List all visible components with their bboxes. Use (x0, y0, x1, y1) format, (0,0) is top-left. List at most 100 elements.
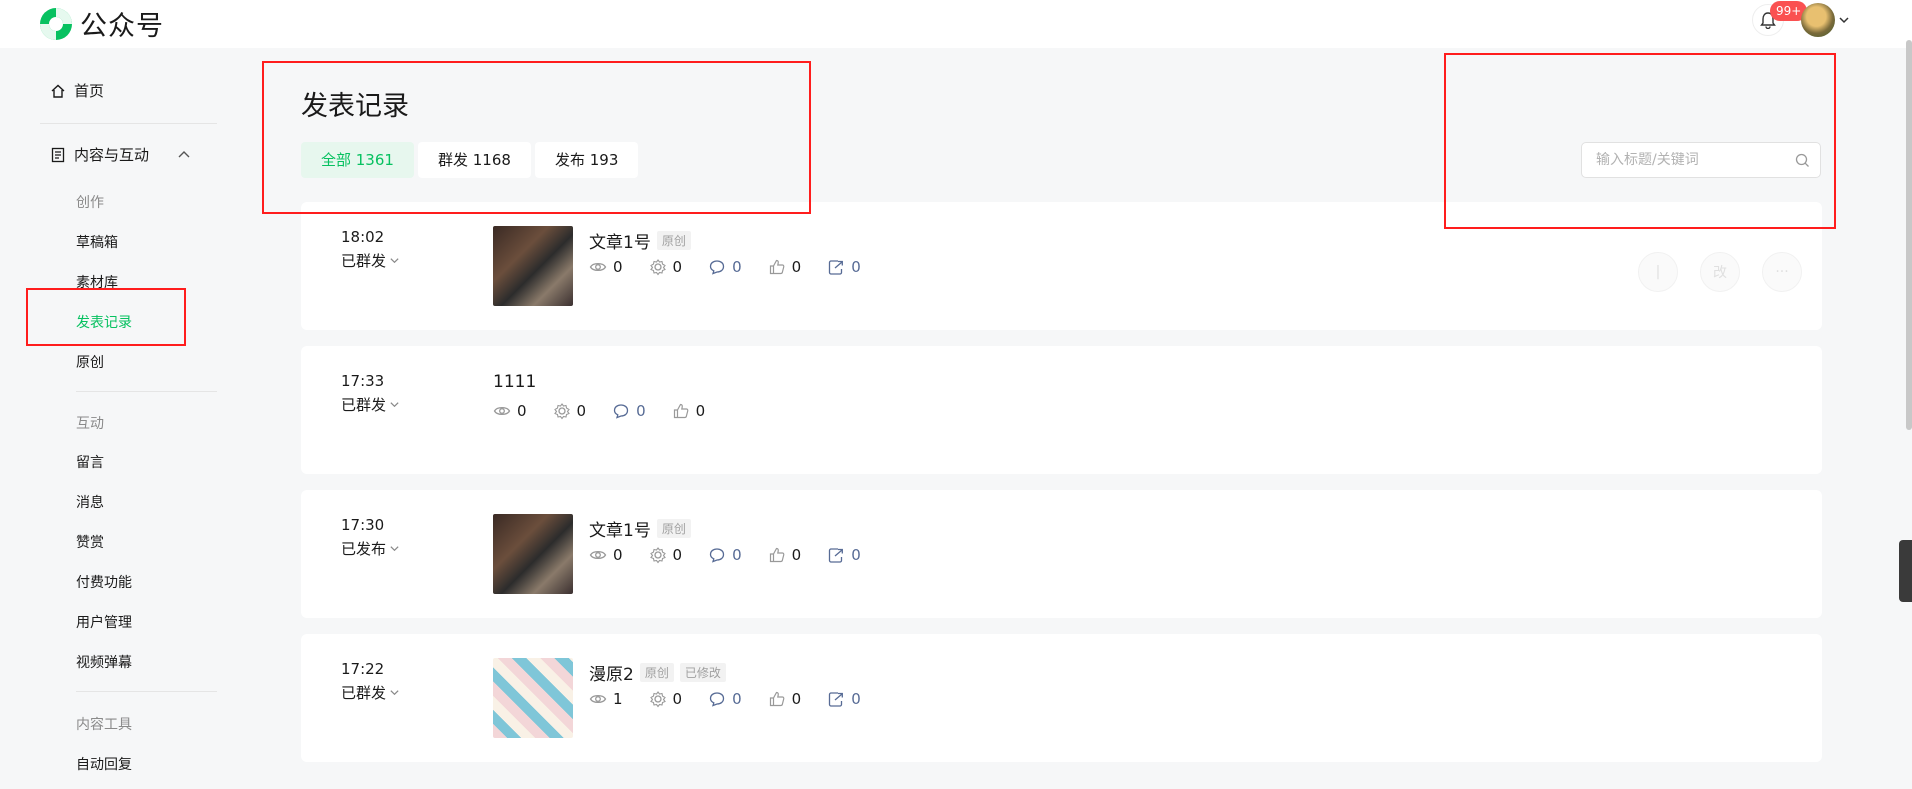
article-title-row[interactable]: 文章1号 原创 (589, 228, 691, 253)
stat-comments[interactable]: 0 (708, 690, 742, 708)
divider (40, 123, 217, 124)
article-thumbnail[interactable] (493, 658, 573, 738)
avatar[interactable] (1801, 3, 1835, 37)
sidebar-item-home[interactable]: 首页 (50, 80, 104, 101)
stat-forwards[interactable]: 0 (827, 546, 861, 564)
stat-shares: 0 (649, 546, 683, 564)
sidebar-item-paid-features[interactable]: 付费功能 (76, 572, 132, 592)
more-options-button[interactable]: ··· (1762, 252, 1802, 292)
share-icon (649, 690, 667, 708)
sidebar-group-interact: 互动 (76, 416, 104, 432)
stat-value: 0 (732, 690, 742, 708)
sidebar-item-rewards[interactable]: 赞赏 (76, 532, 104, 552)
publish-status: 已群发 (341, 252, 387, 270)
publish-status: 已群发 (341, 396, 387, 414)
publish-status-dropdown[interactable]: 已群发 (341, 394, 400, 415)
article-tag: 原创 (656, 519, 691, 538)
stat-value: 0 (672, 546, 683, 564)
comment-icon (708, 546, 726, 564)
share-icon (649, 546, 667, 564)
sidebar-item-user-management[interactable]: 用户管理 (76, 612, 132, 632)
article-stats: 0 0 0 0 0 (589, 258, 887, 276)
article-title-row[interactable]: 文章1号 原创 (589, 516, 691, 541)
sidebar-item-drafts[interactable]: 草稿箱 (76, 232, 118, 252)
publish-status-dropdown[interactable]: 已群发 (341, 250, 400, 271)
stat-value: 0 (791, 546, 802, 564)
comment-icon (708, 258, 726, 276)
stat-value: 0 (851, 690, 861, 708)
publish-status: 已发布 (341, 540, 387, 558)
stat-forwards[interactable]: 0 (827, 690, 861, 708)
chevron-down-icon (390, 258, 399, 264)
logo[interactable]: 公众号 (38, 4, 164, 43)
article-title: 文章1号 (589, 233, 651, 253)
stat-value: 1 (613, 690, 623, 708)
comment-icon (708, 690, 726, 708)
chevron-down-icon (390, 402, 399, 408)
eye-icon (589, 258, 607, 276)
sidebar-item-video-danmaku[interactable]: 视频弹幕 (76, 652, 132, 672)
stat-value: 0 (576, 402, 587, 420)
forward-icon (827, 258, 845, 276)
article-title-row[interactable]: 1111 (493, 372, 536, 392)
publish-time: 17:33 (341, 372, 385, 390)
stat-value: 0 (636, 402, 646, 420)
chevron-up-icon[interactable] (177, 148, 191, 162)
sidebar-item-label: 首页 (74, 82, 105, 100)
publish-status-dropdown[interactable]: 已发布 (341, 538, 400, 559)
publish-time: 18:02 (341, 228, 385, 246)
sidebar-group-create: 创作 (76, 195, 104, 211)
stat-shares: 0 (649, 690, 683, 708)
stat-views: 0 (589, 258, 623, 276)
publish-status-dropdown[interactable]: 已群发 (341, 682, 400, 703)
eye-icon (589, 546, 607, 564)
stat-forwards[interactable]: 0 (827, 258, 861, 276)
sidebar-item-comments[interactable]: 留言 (76, 452, 104, 472)
article-stats: 0 0 0 0 0 (589, 546, 887, 564)
stat-value: 0 (732, 546, 742, 564)
article-title: 漫原2 (589, 665, 634, 685)
stat-value: 0 (791, 258, 802, 276)
forward-icon (827, 546, 845, 564)
stat-value: 0 (732, 258, 742, 276)
article-tag: 原创 (639, 663, 674, 682)
stat-value: 0 (672, 258, 683, 276)
chevron-down-icon[interactable] (1838, 14, 1850, 26)
stat-views: 0 (493, 402, 527, 420)
article-thumbnail[interactable] (493, 514, 573, 594)
stat-likes: 0 (768, 546, 802, 564)
sidebar-section-content[interactable]: 内容与互动 (50, 144, 191, 165)
stat-views: 1 (589, 690, 623, 708)
stat-value: 0 (517, 402, 527, 420)
stat-likes: 0 (672, 402, 705, 420)
edit-button[interactable]: 改 (1700, 252, 1740, 292)
annotation-box (1444, 53, 1836, 229)
article-title: 1111 (493, 372, 537, 392)
side-widget[interactable] (1899, 540, 1912, 602)
stat-value: 0 (613, 546, 623, 564)
sidebar-item-label: 内容与互动 (74, 146, 150, 164)
article-tag: 已修改 (679, 663, 726, 682)
record-card[interactable]: 17:30 已发布 文章1号 原创 0 0 0 0 0 (301, 490, 1822, 618)
record-card[interactable]: 17:22 已群发 漫原2 原创 已修改 1 0 0 0 0 (301, 634, 1822, 762)
article-title-row[interactable]: 漫原2 原创 已修改 (589, 660, 726, 685)
stat-likes: 0 (768, 690, 802, 708)
stat-value: 0 (851, 546, 861, 564)
stat-comments[interactable]: 0 (708, 258, 742, 276)
scrollbar[interactable] (1906, 40, 1912, 430)
sidebar-item-messages[interactable]: 消息 (76, 492, 104, 512)
sidebar-item-auto-reply[interactable]: 自动回复 (76, 754, 132, 774)
publish-status: 已群发 (341, 684, 387, 702)
sidebar-item-original[interactable]: 原创 (76, 352, 104, 372)
stat-comments[interactable]: 0 (612, 402, 646, 420)
like-icon (672, 402, 690, 420)
stat-value: 0 (672, 690, 683, 708)
annotation-box (262, 61, 811, 214)
stat-comments[interactable]: 0 (708, 546, 742, 564)
article-thumbnail[interactable] (493, 226, 573, 306)
record-card[interactable]: 17:33 已群发 1111 0 0 0 0 (301, 346, 1822, 474)
stat-value: 0 (791, 690, 802, 708)
home-icon (51, 84, 65, 98)
eye-icon (589, 690, 607, 708)
more-actions-button[interactable]: | (1638, 252, 1678, 292)
